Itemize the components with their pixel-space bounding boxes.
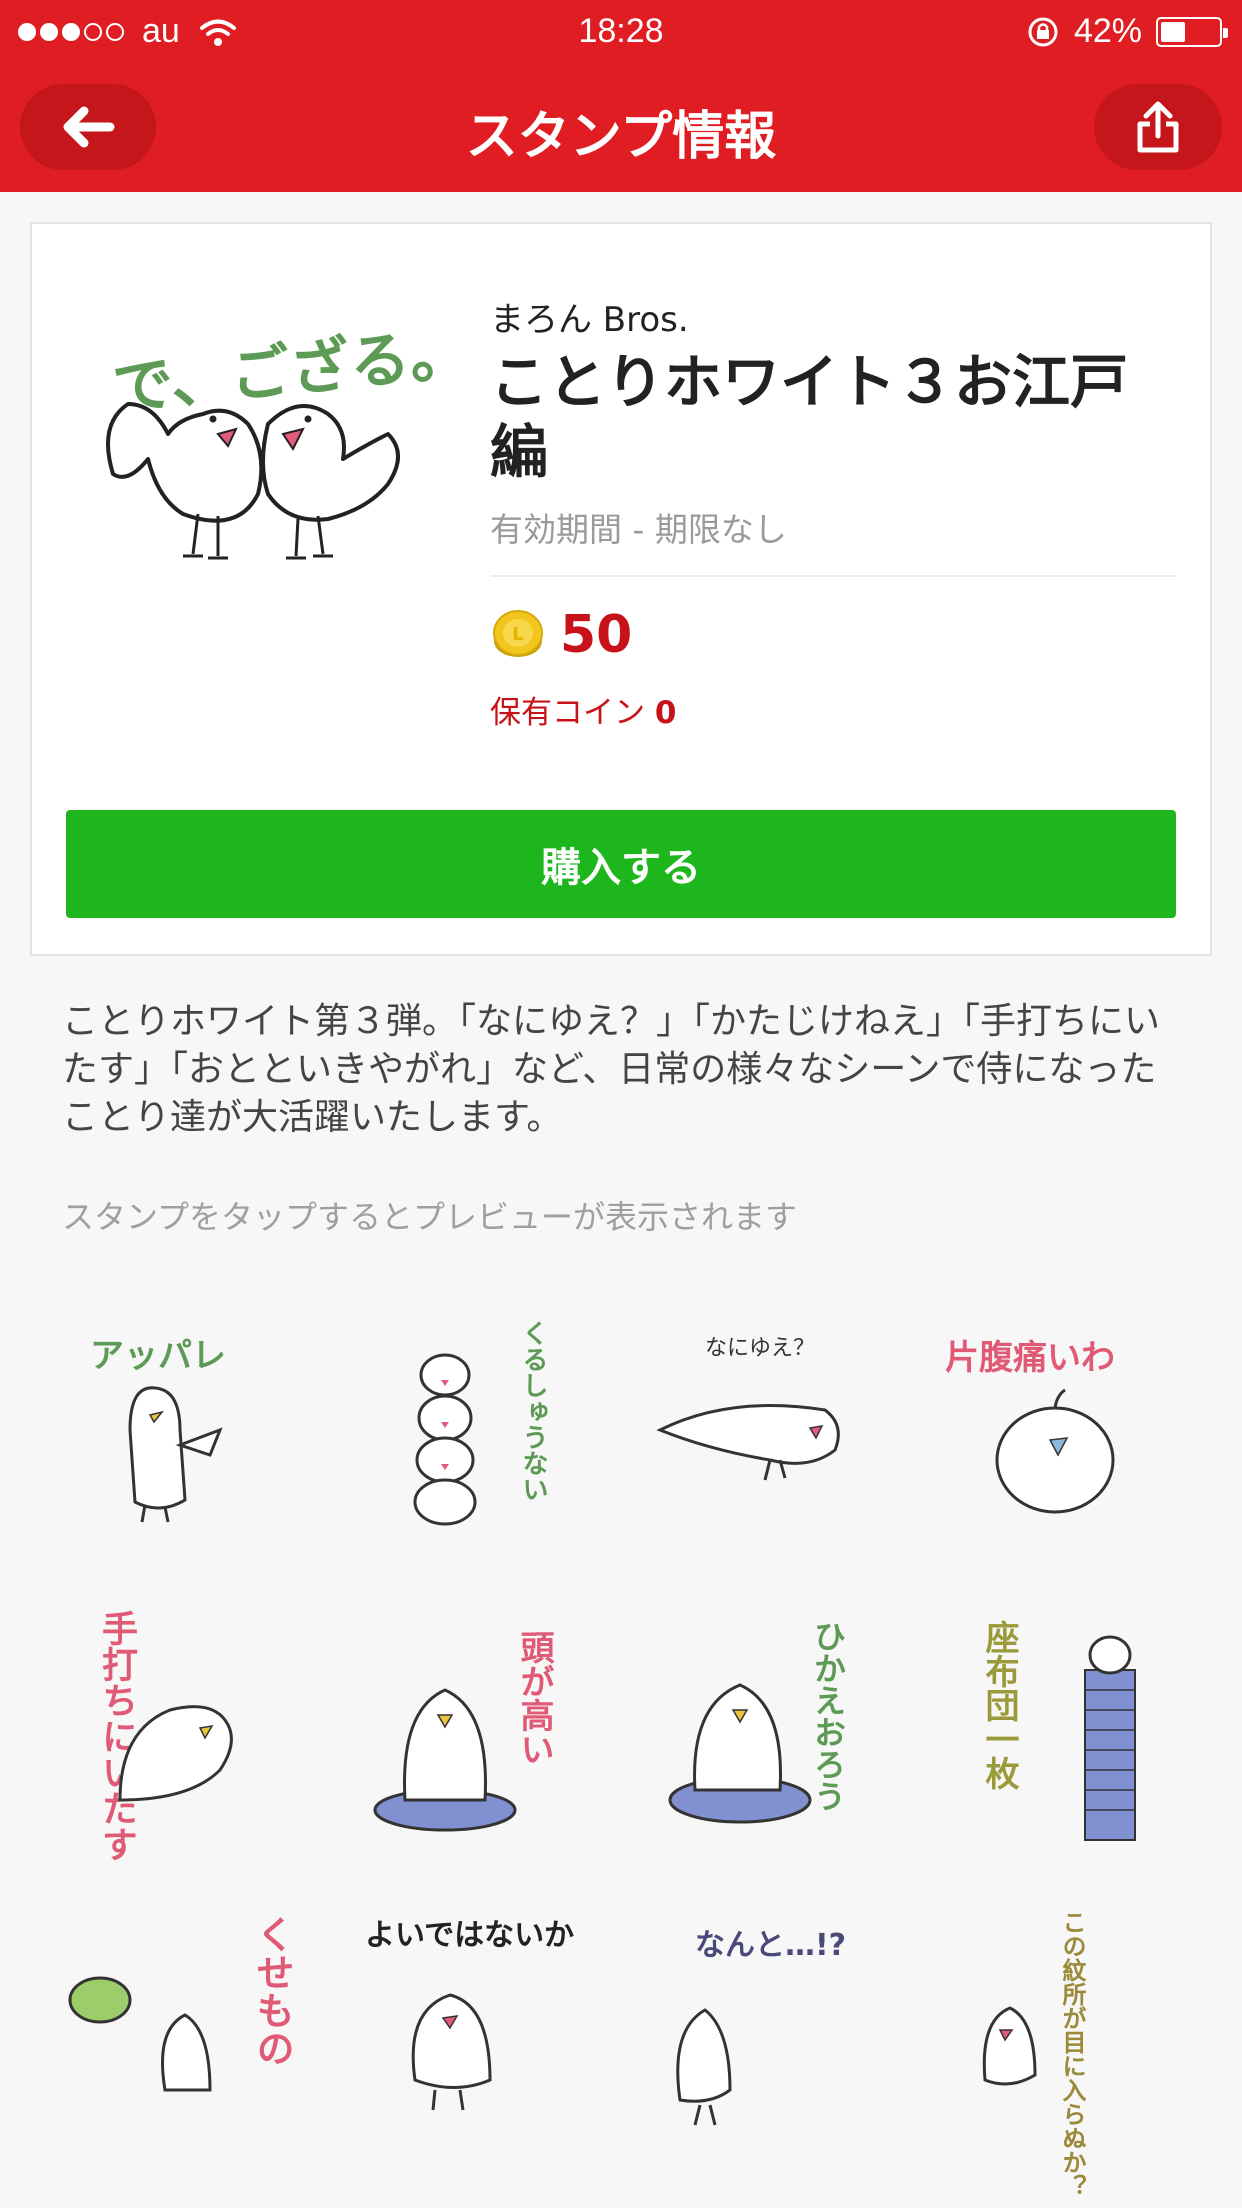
status-bar: au 18:28 42% bbox=[0, 0, 1242, 64]
owned-coins: 保有コイン 0 bbox=[490, 687, 1180, 732]
sticker-item[interactable]: よいではないか bbox=[325, 1870, 620, 2160]
battery-percent: 42% bbox=[1073, 12, 1142, 50]
sticker-item[interactable]: 座布団一枚 bbox=[915, 1580, 1210, 1870]
divider bbox=[490, 575, 1176, 577]
sticker-item[interactable]: この紋所が目に入らぬか？ bbox=[915, 1870, 1210, 2198]
sticker-item[interactable]: くるしゅうない bbox=[325, 1290, 620, 1580]
preview-hint: スタンプをタップするとプレビューが表示されます bbox=[62, 1198, 798, 1236]
page-title: スタンプ情報 bbox=[465, 107, 777, 167]
svg-text:L: L bbox=[512, 624, 523, 645]
sticker-grid: アッパレ くるしゅうない なにゆえ？ 片腹痛いわ 手打ちにいたす 頭が高い ひか… bbox=[30, 1290, 1212, 2198]
sticker-item[interactable]: 頭が高い bbox=[325, 1580, 620, 1870]
battery-icon bbox=[1156, 16, 1228, 47]
navigation-bar: スタンプ情報 bbox=[0, 64, 1242, 192]
owned-coins-value: 0 bbox=[654, 695, 677, 731]
sticker-pack-title: ことりホワイト３お江戸編 bbox=[490, 348, 1129, 486]
sticker-pack-main-image: で、ござる。 bbox=[68, 284, 478, 644]
sticker-item[interactable]: くせもの bbox=[30, 1870, 325, 2160]
sticker-author[interactable]: まろん Bros. bbox=[490, 292, 1180, 341]
sticker-description: ことりホワイト第３弾。「なにゆえ？」「かたじけねえ」「手打ちにいたす」「おととい… bbox=[62, 1001, 1161, 1138]
share-button[interactable] bbox=[1094, 84, 1222, 170]
sticker-item[interactable]: なにゆえ？ bbox=[620, 1290, 915, 1580]
sticker-item[interactable]: 手打ちにいたす bbox=[30, 1580, 325, 1870]
sticker-price: 50 bbox=[560, 605, 633, 665]
buy-button[interactable]: 購入する bbox=[66, 810, 1176, 918]
sticker-item[interactable]: 片腹痛いわ bbox=[915, 1290, 1210, 1580]
coin-icon: L bbox=[493, 610, 543, 657]
rotation-lock-icon bbox=[1028, 17, 1058, 46]
share-icon bbox=[1137, 101, 1179, 153]
sticker-item[interactable]: なんと…!? bbox=[620, 1870, 915, 2160]
sticker-item[interactable]: ひかえおろう bbox=[620, 1580, 915, 1870]
validity-period: 有効期間 - 期限なし bbox=[490, 510, 787, 549]
owned-coins-label: 保有コイン bbox=[490, 695, 645, 731]
sticker-item[interactable]: アッパレ bbox=[30, 1290, 325, 1580]
sticker-pack-card: で、ござる。 まろん Bros. ことりホワイト３お江戸編 有効期間 - 期限な… bbox=[30, 222, 1212, 956]
